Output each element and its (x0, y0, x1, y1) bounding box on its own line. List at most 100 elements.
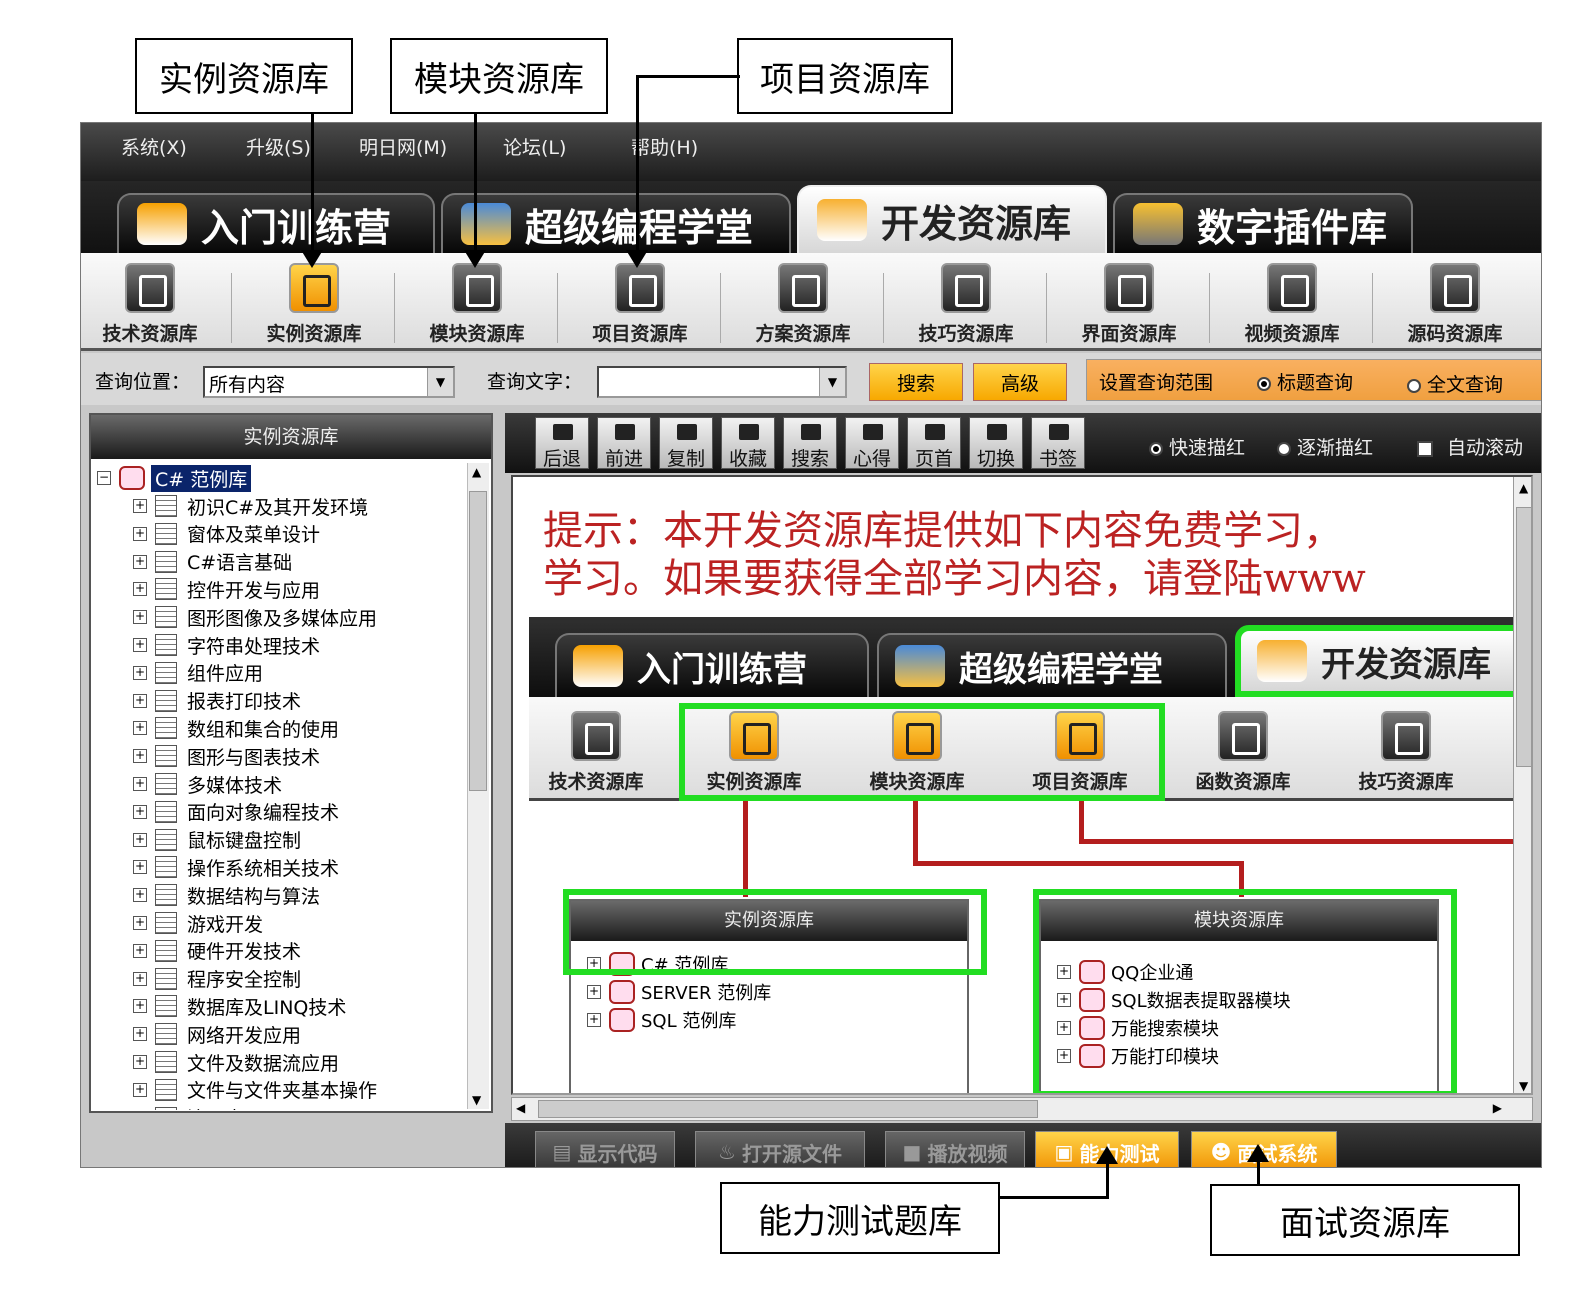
expand-icon[interactable]: + (133, 999, 147, 1014)
tool-source-lib[interactable]: 源码资源库 (1380, 263, 1530, 346)
title-search-option[interactable]: 标题查询 (1257, 368, 1353, 395)
auto-scroll-option[interactable]: 自动滚动 (1417, 433, 1523, 460)
tree-item[interactable]: + 窗体及菜单设计 (133, 521, 320, 547)
expand-icon[interactable]: + (133, 499, 147, 513)
tree-item-label[interactable]: 数组和集合的使用 (187, 715, 339, 742)
tool-example-lib[interactable]: 实例资源库 (239, 263, 389, 346)
expand-icon[interactable]: + (133, 1055, 147, 1069)
menu-forum[interactable]: 论坛(L) (503, 133, 566, 160)
radio-selected-icon[interactable] (1149, 441, 1163, 456)
tree-item-label[interactable]: 多媒体技术 (187, 771, 282, 798)
tab-digital-plugin[interactable]: 数字插件库 (1113, 193, 1413, 253)
copy-button[interactable]: 复制 (659, 417, 713, 470)
tree-root-label[interactable]: C# 范例库 (151, 465, 252, 492)
expand-icon[interactable]: + (133, 1027, 147, 1042)
expand-icon[interactable]: + (133, 888, 147, 903)
content-vscrollbar[interactable]: ▲ ▼ (1513, 477, 1531, 1093)
open-source-button[interactable]: ♨ 打开源文件 (695, 1131, 865, 1167)
tool-module-lib[interactable]: 模块资源库 (402, 263, 552, 346)
tree-item-label[interactable]: 图形图像及多媒体应用 (187, 604, 377, 631)
tree-item[interactable]: + 数据库及LINQ技术 (133, 993, 346, 1019)
query-text-input[interactable]: ▼ (597, 366, 847, 398)
page-top-button[interactable]: 页首 (907, 417, 961, 470)
tree-item[interactable]: + 图形图像及多媒体应用 (133, 604, 377, 630)
chevron-down-icon[interactable]: ▼ (427, 368, 453, 396)
tool-project-lib[interactable]: 项目资源库 (565, 263, 715, 346)
tool-ui-lib[interactable]: 界面资源库 (1054, 263, 1204, 346)
scroll-right-icon[interactable]: ▶ (1493, 1101, 1502, 1115)
left-scrollbar[interactable]: ▲ ▼ (467, 463, 489, 1109)
expand-icon[interactable]: + (133, 943, 147, 958)
scroll-down-icon[interactable]: ▼ (472, 1093, 481, 1107)
content-hscrollbar[interactable]: ◀ ▶ (511, 1097, 1533, 1121)
fulltext-search-option[interactable]: 全文查询 (1407, 370, 1503, 397)
tree-item-label[interactable]: 报表打印技术 (187, 687, 301, 714)
expand-icon[interactable]: + (133, 777, 147, 791)
expand-icon[interactable]: + (133, 832, 147, 847)
tree-item[interactable]: + 程序安全控制 (133, 966, 301, 992)
tree-item-label[interactable]: 硬件开发技术 (187, 937, 301, 964)
expand-icon[interactable]: + (133, 1082, 147, 1097)
favorite-button[interactable]: 收藏 (721, 417, 775, 470)
expand-icon[interactable]: + (133, 916, 147, 930)
tree-item[interactable]: + 硬件开发技术 (133, 938, 301, 964)
expand-icon[interactable]: + (133, 610, 147, 625)
tree-item[interactable]: +注册表 (133, 1105, 244, 1110)
scroll-thumb[interactable] (469, 491, 487, 791)
tree-item-label[interactable]: 游戏开发 (187, 910, 263, 937)
expand-icon[interactable]: + (133, 804, 147, 819)
search-button[interactable]: 搜索 (869, 363, 963, 401)
content-search-button[interactable]: 搜索 (783, 417, 837, 470)
menu-mingri[interactable]: 明日网(M) (359, 133, 447, 160)
scroll-down-icon[interactable]: ▼ (1519, 1079, 1528, 1093)
tree-item-label[interactable]: C#语言基础 (187, 548, 292, 575)
tree-item-label[interactable]: 程序安全控制 (187, 965, 301, 992)
tree-item-label[interactable]: 面向对象编程技术 (187, 798, 339, 825)
tree-item[interactable]: + 组件应用 (133, 660, 263, 686)
tab-beginner-camp[interactable]: 入门训练营 (117, 193, 435, 253)
tree-item[interactable]: + 控件开发与应用 (133, 576, 320, 602)
tree-item-label[interactable]: 注册表 (187, 1104, 244, 1110)
scroll-thumb[interactable] (1516, 507, 1531, 767)
tree-item[interactable]: + 面向对象编程技术 (133, 799, 339, 825)
tree-item-label[interactable]: 数据库及LINQ技术 (187, 993, 346, 1020)
tree-item[interactable]: + 图形与图表技术 (133, 743, 320, 769)
back-button[interactable]: 后退 (535, 417, 589, 470)
tree-item[interactable]: + 操作系统相关技术 (133, 854, 339, 880)
scroll-up-icon[interactable]: ▲ (1519, 481, 1528, 495)
menu-help[interactable]: 帮助(H) (631, 133, 698, 160)
tree-item[interactable]: + 文件与文件夹基本操作 (133, 1077, 377, 1103)
tool-video-lib[interactable]: 视频资源库 (1217, 263, 1367, 346)
tab-dev-resource[interactable]: 开发资源库 (797, 185, 1107, 253)
tool-tech-lib[interactable]: 技术资源库 (81, 263, 225, 346)
tree-item-label[interactable]: 文件及数据流应用 (187, 1049, 339, 1076)
tree-item[interactable]: + 文件及数据流应用 (133, 1049, 339, 1075)
expand-icon[interactable]: + (133, 582, 147, 597)
checkbox-icon[interactable] (1417, 440, 1433, 457)
tree-item-label[interactable]: 数据结构与算法 (187, 882, 320, 909)
expand-icon[interactable]: + (133, 554, 147, 569)
scroll-thumb[interactable] (538, 1100, 1038, 1118)
tab-programming-school[interactable]: 超级编程学堂 (441, 193, 791, 253)
play-video-button[interactable]: ■ 播放视频 (885, 1131, 1025, 1167)
bookmark-button[interactable]: 书签 (1031, 417, 1085, 470)
tree-item-label[interactable]: 鼠标键盘控制 (187, 826, 301, 853)
notes-button[interactable]: 心得 (845, 417, 899, 470)
tree-item[interactable]: + 数组和集合的使用 (133, 715, 339, 741)
tree-item[interactable]: + 数据结构与算法 (133, 882, 320, 908)
expand-icon[interactable]: + (133, 749, 147, 764)
tree-item-label[interactable]: 控件开发与应用 (187, 576, 320, 603)
tree-item[interactable]: + 鼠标键盘控制 (133, 827, 301, 853)
tree-item-label[interactable]: 窗体及菜单设计 (187, 520, 320, 547)
radio-icon[interactable] (1277, 441, 1291, 456)
query-position-select[interactable]: 所有内容 ▼ (203, 366, 455, 398)
expand-icon[interactable]: + (133, 526, 147, 541)
forward-button[interactable]: 前进 (597, 417, 651, 470)
expand-icon[interactable]: + (133, 638, 147, 652)
tree-item-label[interactable]: 字符串处理技术 (187, 632, 320, 659)
tool-tips-lib[interactable]: 技巧资源库 (891, 263, 1041, 346)
scroll-up-icon[interactable]: ▲ (472, 465, 481, 479)
tree-item[interactable]: + 字符串处理技术 (133, 632, 320, 658)
show-code-button[interactable]: ▤ 显示代码 (535, 1131, 675, 1167)
advanced-button[interactable]: 高级 (973, 363, 1067, 401)
